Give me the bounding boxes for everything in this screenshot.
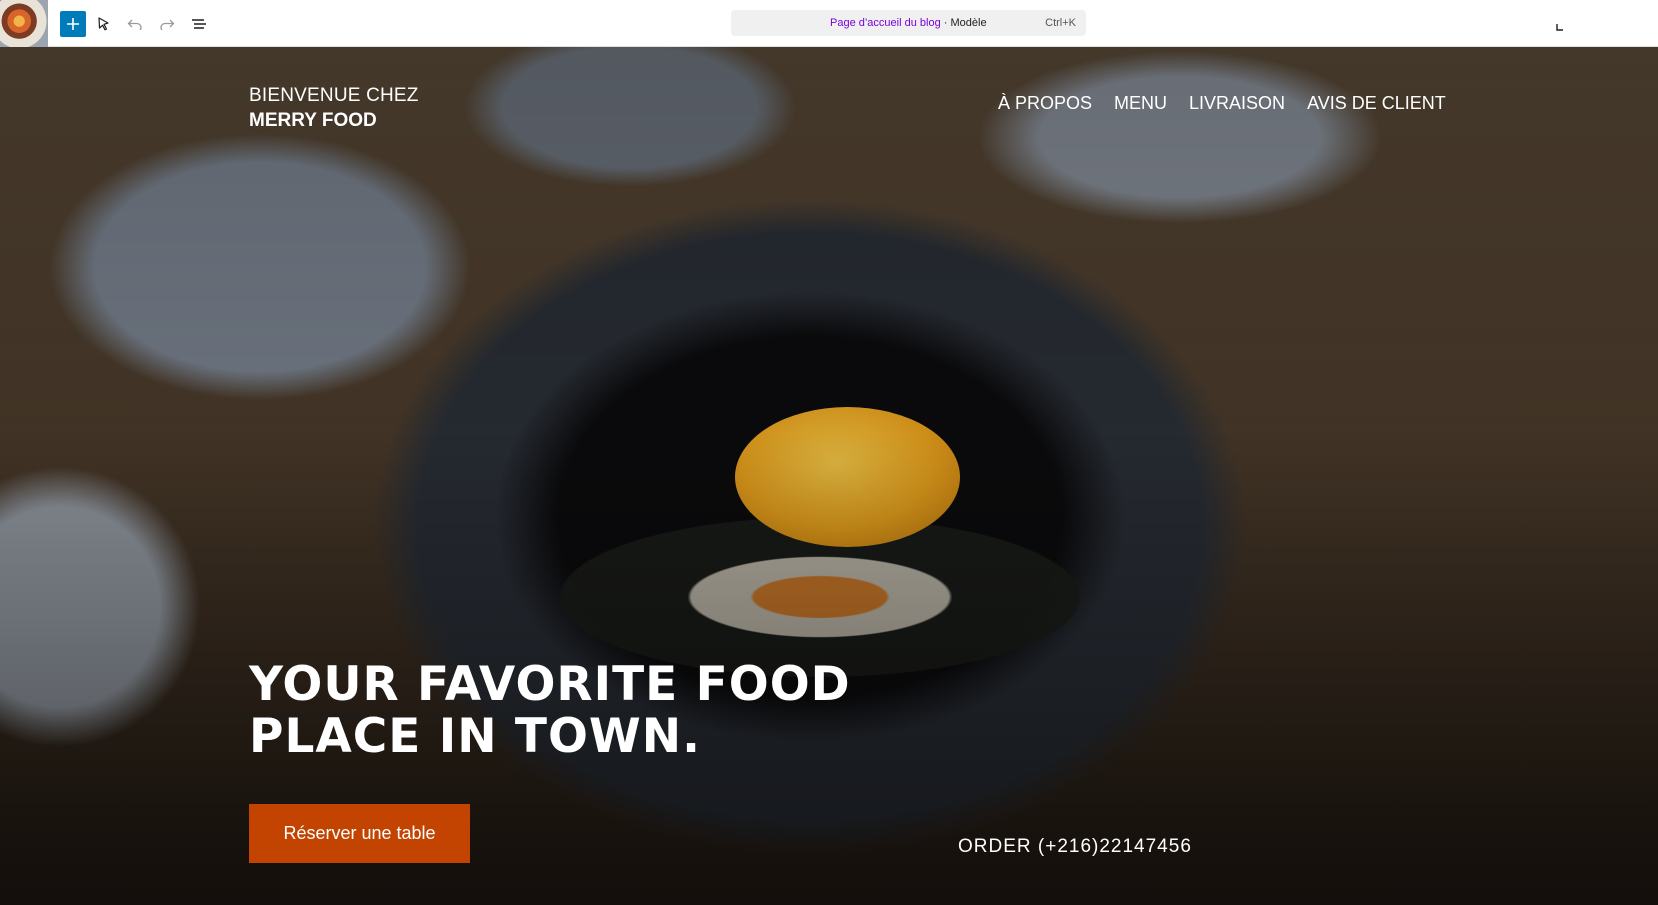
- undo-icon: [127, 19, 142, 30]
- add-block-button[interactable]: [60, 11, 86, 37]
- site-title-line2: MERRY FOOD: [249, 110, 377, 131]
- redo-button[interactable]: [154, 11, 180, 37]
- template-label: Modèle: [950, 17, 987, 29]
- reserve-table-button[interactable]: Réserver une table: [249, 804, 470, 863]
- order-phone[interactable]: ORDER (+216)22147456: [958, 836, 1192, 858]
- cursor-icon: [98, 17, 109, 31]
- hero-cover: BIENVENUE CHEZ MERRY FOOD À PROPOS MENU …: [0, 47, 1658, 905]
- undo-button[interactable]: [122, 11, 148, 37]
- document-overview-button[interactable]: [186, 11, 212, 37]
- nav-item-avis-de-client[interactable]: AVIS DE CLIENT: [1307, 93, 1446, 114]
- redo-icon: [160, 19, 175, 30]
- main-navigation: À PROPOS MENU LIVRAISON AVIS DE CLIENT: [998, 93, 1446, 114]
- cover-overlay: [0, 47, 1658, 905]
- fullscreen-icon[interactable]: [1556, 14, 1570, 32]
- nav-item-menu[interactable]: MENU: [1114, 93, 1167, 114]
- shortcut-hint: Ctrl+K: [1045, 17, 1076, 29]
- site-title[interactable]: BIENVENUE CHEZ MERRY FOOD: [249, 83, 419, 133]
- list-view-icon: [192, 19, 206, 29]
- document-title-text: Page d’accueil du blog: [830, 17, 941, 29]
- site-icon[interactable]: [0, 0, 48, 47]
- command-palette-bar[interactable]: Page d’accueil du blog · Modèle Ctrl+K: [731, 10, 1086, 36]
- editor-toolbar: Page d’accueil du blog · Modèle Ctrl+K: [0, 0, 1658, 47]
- site-title-line1: BIENVENUE CHEZ: [249, 85, 419, 106]
- nav-item-a-propos[interactable]: À PROPOS: [998, 93, 1092, 114]
- document-title: Page d’accueil du blog · Modèle: [830, 10, 987, 36]
- plus-icon: [67, 18, 79, 30]
- nav-item-livraison[interactable]: LIVRAISON: [1189, 93, 1285, 114]
- hero-headline: YOUR FAVORITE FOOD PLACE IN TOWN.: [249, 657, 851, 764]
- select-tool-button[interactable]: [91, 11, 117, 37]
